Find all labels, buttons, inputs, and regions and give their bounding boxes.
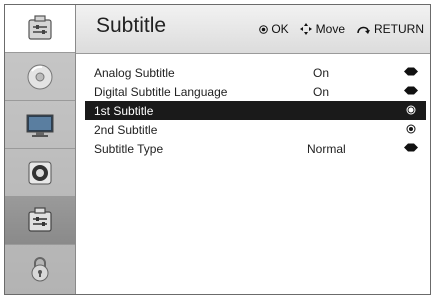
radio-icon[interactable] — [406, 124, 416, 134]
sidebar-item-audio[interactable] — [5, 149, 75, 197]
row-value: On — [313, 66, 330, 80]
row-label: Subtitle Type — [94, 142, 164, 156]
page-title: Subtitle — [96, 14, 167, 37]
row-2nd-subtitle[interactable]: 2nd Subtitle — [85, 120, 426, 139]
settings-panel-icon — [28, 206, 52, 232]
return-arrow-icon — [357, 26, 370, 34]
radio-icon[interactable] — [406, 105, 416, 115]
move-hint: Move — [299, 22, 345, 36]
toggle-indicator-icon[interactable] — [404, 143, 418, 152]
sidebar-item-disc[interactable] — [5, 53, 75, 101]
move-hint-label: Move — [315, 22, 345, 36]
disc-icon — [27, 64, 53, 89]
return-hint: RETURN — [355, 22, 424, 36]
row-value: Normal — [307, 142, 346, 156]
sidebar-item-picture[interactable] — [5, 101, 75, 149]
settings-list: Analog Subtitle On Digital Subtitle Lang… — [85, 63, 426, 158]
row-label: 2nd Subtitle — [94, 123, 158, 137]
ok-hint: OK — [259, 22, 289, 36]
sidebar — [5, 5, 76, 294]
toggle-indicator-icon[interactable] — [404, 86, 418, 95]
row-label: Digital Subtitle Language — [94, 85, 228, 99]
ok-button-icon — [259, 24, 269, 34]
toggle-indicator-icon[interactable] — [404, 67, 418, 76]
monitor-icon — [26, 114, 54, 137]
row-1st-subtitle[interactable]: 1st Subtitle — [85, 101, 426, 120]
header-bar: Subtitle OK Move RETURN — [76, 5, 430, 54]
ok-hint-label: OK — [271, 22, 289, 36]
speaker-icon — [28, 161, 52, 184]
row-label: Analog Subtitle — [94, 66, 175, 80]
sidebar-item-option[interactable] — [5, 197, 75, 245]
row-label: 1st Subtitle — [94, 104, 154, 118]
sidebar-item-setup[interactable] — [5, 5, 75, 53]
return-hint-label: RETURN — [374, 22, 424, 36]
move-arrows-icon — [299, 23, 312, 35]
tv-settings-icon — [28, 14, 52, 40]
lock-icon — [31, 257, 49, 282]
key-hints: OK Move RETURN — [259, 22, 424, 36]
row-subtitle-type[interactable]: Subtitle Type Normal — [85, 139, 426, 158]
row-analog-subtitle[interactable]: Analog Subtitle On — [85, 63, 426, 82]
sidebar-item-lock[interactable] — [5, 245, 75, 293]
menu-frame: Subtitle OK Move RETURN Analog Subtitle … — [4, 4, 431, 295]
row-digital-subtitle-language[interactable]: Digital Subtitle Language On — [85, 82, 426, 101]
row-value: On — [313, 85, 330, 99]
